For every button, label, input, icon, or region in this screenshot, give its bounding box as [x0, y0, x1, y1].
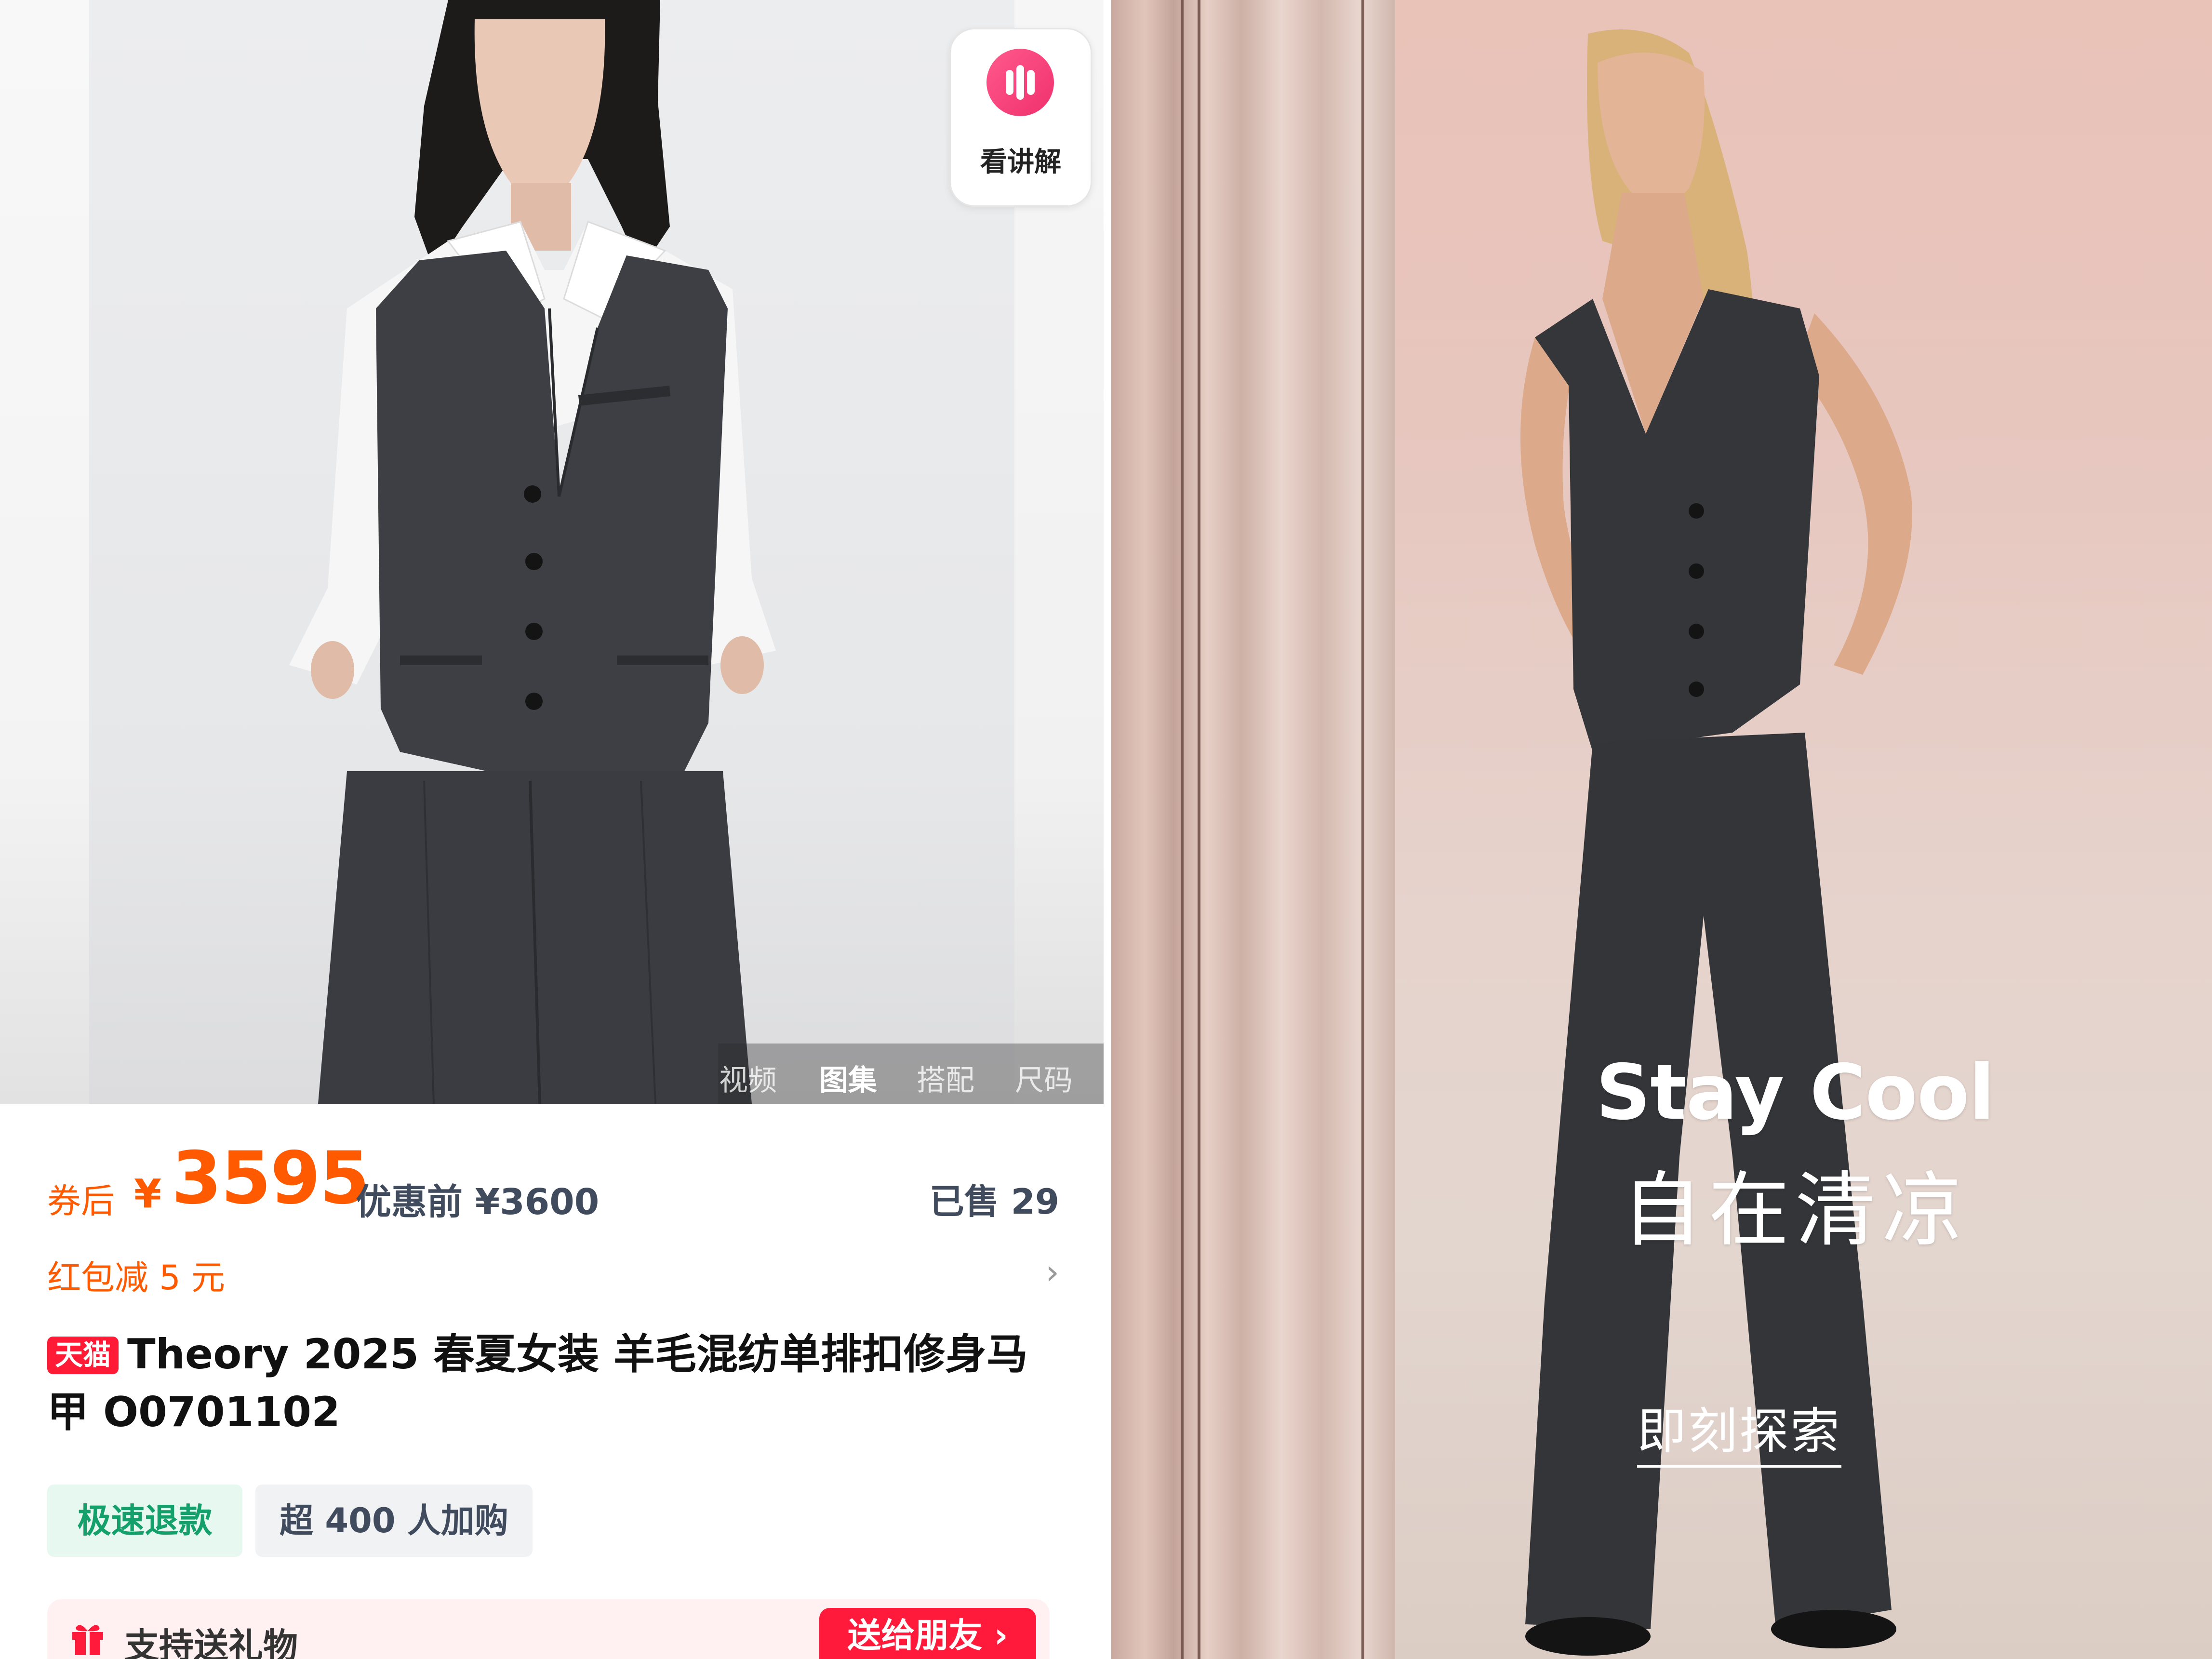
watch-explanation-button[interactable]: 看讲解	[949, 28, 1092, 207]
price-row: 券后 ¥ 3595 优惠前 ¥3600 已售 29	[47, 1137, 1059, 1223]
model-figure	[289, 0, 776, 1104]
media-tab-bar: 视频 图集 搭配 尺码	[718, 1044, 1104, 1104]
product-detail-panel: 看讲解 视频 图集 搭配 尺码 券后 ¥ 3595 优惠前 ¥3600 已售 2…	[0, 0, 1104, 1659]
cart-count-tag: 超 400 人加购	[255, 1485, 533, 1557]
gift-icon	[72, 1625, 103, 1655]
tab-gallery[interactable]: 图集	[819, 1057, 877, 1099]
panel-divider	[1104, 0, 1111, 1659]
campaign-banner[interactable]: Stay Cool 自在清凉 即刻探索	[1111, 0, 2212, 1659]
explain-label: 看讲解	[980, 147, 1061, 178]
gift-bar: 支持送礼物 送给朋友 ›	[47, 1599, 1050, 1659]
gift-support-label: 支持送礼物	[124, 1626, 298, 1659]
send-to-friend-button[interactable]: 送给朋友 ›	[819, 1608, 1036, 1659]
tab-size[interactable]: 尺码	[1015, 1057, 1073, 1099]
product-title: 天猫 Theory 2025 春夏女装 羊毛混纺单排扣修身马甲 O0701102	[47, 1325, 1064, 1442]
tab-outfit[interactable]: 搭配	[917, 1057, 974, 1099]
original-price: 优惠前 ¥3600	[356, 1181, 600, 1223]
fast-refund-tag: 极速退款	[47, 1485, 242, 1557]
tmall-badge: 天猫	[47, 1337, 119, 1374]
chevron-right-icon: ›	[1045, 1252, 1059, 1292]
sold-count: 已售 29	[929, 1181, 1059, 1222]
coupon-price-label: 券后	[47, 1181, 115, 1221]
product-photo[interactable]: 看讲解 视频 图集 搭配 尺码	[0, 0, 1104, 1104]
headline-chinese: 自在清凉	[1622, 1163, 1969, 1258]
red-packet-row[interactable]: 红包减 5 元 ›	[47, 1251, 1059, 1304]
explore-now-link[interactable]: 即刻探索	[1637, 1392, 1841, 1468]
red-packet-discount: 红包减 5 元	[47, 1258, 226, 1298]
currency-symbol: ¥	[134, 1171, 162, 1217]
headline-english: Stay Cool	[1596, 1048, 1995, 1137]
play-bars-icon	[986, 49, 1054, 116]
price-value: 3595	[172, 1137, 370, 1220]
tab-video[interactable]: 视频	[719, 1057, 777, 1099]
product-title-text: Theory 2025 春夏女装 羊毛混纺单排扣修身马甲 O0701102	[47, 1330, 1028, 1437]
product-title-block: 天猫 Theory 2025 春夏女装 羊毛混纺单排扣修身马甲 O0701102	[47, 1325, 1064, 1442]
